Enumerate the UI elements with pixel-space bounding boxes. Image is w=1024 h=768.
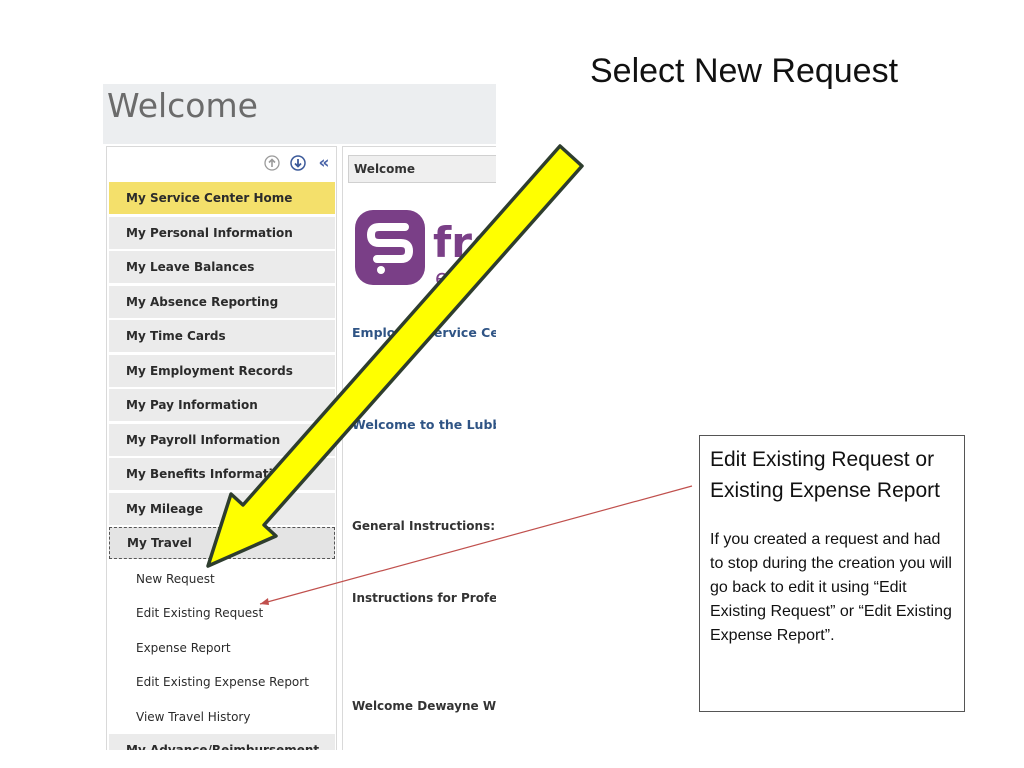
callout-box: Edit Existing Request or Existing Expens… — [699, 435, 965, 712]
yellow-arrow — [206, 144, 584, 568]
callout-title: Edit Existing Request or Existing Expens… — [710, 448, 940, 502]
callout-body: If you created a request and had to stop… — [710, 531, 952, 644]
pointer-arrowhead — [260, 598, 269, 605]
pointer-line — [259, 485, 693, 605]
